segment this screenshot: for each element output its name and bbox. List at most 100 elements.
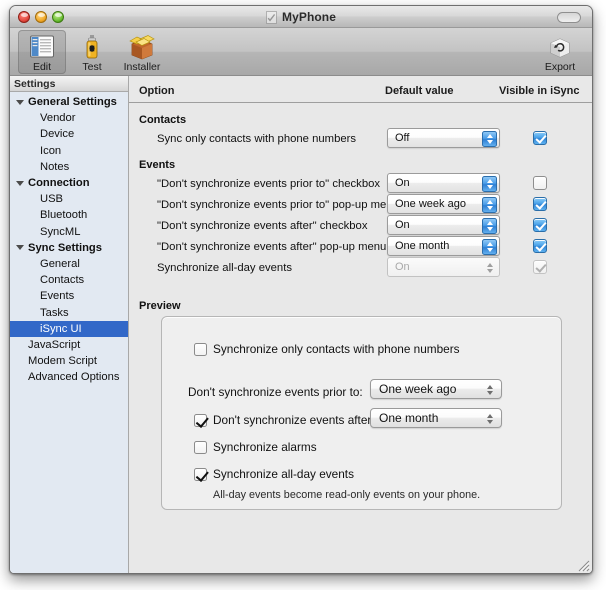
sidebar-item-label: Icon (40, 144, 62, 157)
chevron-updown-icon (482, 239, 497, 255)
preview-panel: Synchronize only contacts with phone num… (161, 316, 562, 510)
disclosure-triangle-icon[interactable] (16, 99, 24, 105)
settings-sidebar: Settings General Settings Vendor Device … (10, 76, 129, 573)
popup-after-popup[interactable]: One month (387, 236, 500, 256)
sidebar-item-label: Sync Settings (28, 241, 102, 254)
toolbar-button-installer[interactable]: Installer (118, 30, 166, 74)
toolbar-button-export[interactable]: Export (534, 30, 586, 74)
chevron-updown-icon (482, 411, 497, 427)
checkbox-visible-prior-to-popup[interactable] (533, 197, 547, 211)
popup-value: One month (395, 240, 450, 252)
preview-row-all-day[interactable]: Synchronize all-day events (194, 467, 354, 481)
checkbox-visible-sync-only-contacts[interactable] (533, 131, 547, 145)
sidebar-item-label: Modem Script (28, 355, 98, 368)
toolbar-items: Edit Test Installer (18, 30, 166, 74)
sidebar-group-sync-settings[interactable]: Sync Settings (10, 240, 128, 256)
popup-after-checkbox[interactable]: On (387, 215, 500, 235)
row-label-after-checkbox: "Don't synchronize events after" checkbo… (157, 220, 368, 232)
popup-value: On (395, 177, 410, 189)
preview-popup-after[interactable]: One month (370, 408, 502, 428)
sidebar-group-connection[interactable]: Connection (10, 175, 128, 191)
checkbox-sync-only-contacts[interactable] (194, 342, 207, 356)
sidebar-item-label: Vendor (40, 112, 76, 125)
sidebar-item-label: Advanced Options (28, 371, 120, 384)
sidebar-item-advanced-options[interactable]: Advanced Options (10, 369, 128, 385)
toolbar: Edit Test Installer Export (10, 28, 592, 76)
toolbar-label-edit: Edit (32, 61, 52, 73)
preview-note: All-day events become read-only events o… (213, 489, 481, 501)
disclosure-triangle-icon[interactable] (16, 180, 24, 186)
popup-value: On (395, 261, 410, 273)
sidebar-item-usb[interactable]: USB (10, 191, 128, 207)
sidebar-group-general-settings[interactable]: General Settings (10, 94, 128, 110)
toolbar-label-installer: Installer (123, 61, 161, 73)
resize-grip[interactable] (577, 559, 590, 572)
sidebar-header: Settings (10, 76, 128, 92)
popup-sync-only-contacts[interactable]: Off (387, 128, 500, 148)
popup-value: One week ago (379, 382, 457, 396)
sidebar-item-notes[interactable]: Notes (10, 159, 128, 175)
window-title: MyPhone (281, 10, 337, 24)
title-bar[interactable]: MyPhone (10, 6, 592, 28)
sidebar-item-events[interactable]: Events (10, 288, 128, 304)
chevron-updown-icon (482, 131, 497, 147)
sidebar-item-label: Bluetooth (40, 209, 88, 222)
title-group: MyPhone (10, 6, 592, 28)
preview-row-label: Synchronize all-day events (213, 467, 354, 481)
preview-row-label: Don't synchronize events after: (213, 413, 375, 427)
sidebar-item-syncml[interactable]: SyncML (10, 224, 128, 240)
row-label-all-day-events: Synchronize all-day events (157, 262, 293, 274)
checkbox-sync-all-day-events[interactable] (194, 467, 207, 481)
sidebar-item-label: Notes (40, 160, 70, 173)
chevron-updown-icon (482, 197, 497, 213)
sidebar-item-icon[interactable]: Icon (10, 143, 128, 159)
preview-row-alarms[interactable]: Synchronize alarms (194, 440, 317, 454)
sidebar-item-label: Events (40, 290, 75, 303)
sidebar-item-device[interactable]: Device (10, 126, 128, 142)
sidebar-item-bluetooth[interactable]: Bluetooth (10, 207, 128, 223)
options-table-header: Option Default value Visible in iSync (129, 81, 592, 103)
sidebar-item-vendor[interactable]: Vendor (10, 110, 128, 126)
sidebar-item-label: Device (40, 128, 75, 141)
disclosure-triangle-icon[interactable] (16, 245, 24, 251)
checkbox-sync-alarms[interactable] (194, 440, 207, 454)
sidebar-item-label: JavaScript (28, 338, 81, 351)
sidebar-item-label: Contacts (40, 274, 85, 287)
preview-row-after[interactable]: Don't synchronize events after: (194, 413, 375, 427)
toolbar-label-export: Export (544, 61, 576, 73)
sidebar-item-label: Connection (28, 177, 90, 190)
sidebar-item-isync-ui[interactable]: iSync UI (10, 320, 128, 337)
popup-all-day-events: On (387, 257, 500, 277)
sidebar-item-label: SyncML (40, 225, 81, 238)
popup-value: One week ago (395, 198, 466, 210)
sidebar-item-label: General Settings (28, 96, 117, 109)
row-label-prior-to-checkbox: "Don't synchronize events prior to" chec… (157, 178, 381, 190)
sidebar-item-tasks[interactable]: Tasks (10, 304, 128, 320)
popup-prior-to-checkbox[interactable]: On (387, 173, 500, 193)
preview-row-sync-only-contacts[interactable]: Synchronize only contacts with phone num… (194, 342, 460, 356)
section-title-contacts: Contacts (139, 114, 187, 126)
preview-row-prior-to: Don't synchronize events prior to: (188, 385, 363, 399)
preview-popup-prior-to[interactable]: One week ago (370, 379, 502, 399)
sidebar-item-modem-script[interactable]: Modem Script (10, 353, 128, 369)
checkbox-visible-prior-to-checkbox[interactable] (533, 176, 547, 190)
column-header-option: Option (139, 85, 175, 97)
checkbox-dont-sync-after[interactable] (194, 413, 207, 427)
sidebar-item-javascript[interactable]: JavaScript (10, 337, 128, 353)
popup-prior-to-popup[interactable]: One week ago (387, 194, 500, 214)
document-list-icon (29, 32, 55, 60)
window-body: Settings General Settings Vendor Device … (10, 76, 592, 573)
sidebar-item-contacts[interactable]: Contacts (10, 272, 128, 288)
sidebar-item-label: iSync UI (40, 322, 82, 335)
checkbox-visible-after-checkbox[interactable] (533, 218, 547, 232)
toolbar-toggle-button[interactable] (557, 12, 581, 23)
chevron-updown-icon (482, 176, 497, 192)
preview-row-label: Don't synchronize events prior to: (188, 385, 363, 399)
sidebar-item-general[interactable]: General (10, 256, 128, 272)
chevron-updown-icon (482, 218, 497, 234)
toolbar-button-edit[interactable]: Edit (18, 30, 66, 74)
column-header-visible-in-isync: Visible in iSync (499, 85, 580, 97)
toolbar-button-test[interactable]: Test (68, 30, 116, 74)
sidebar-list: General Settings Vendor Device Icon Note… (10, 92, 128, 385)
checkbox-visible-after-popup[interactable] (533, 239, 547, 253)
